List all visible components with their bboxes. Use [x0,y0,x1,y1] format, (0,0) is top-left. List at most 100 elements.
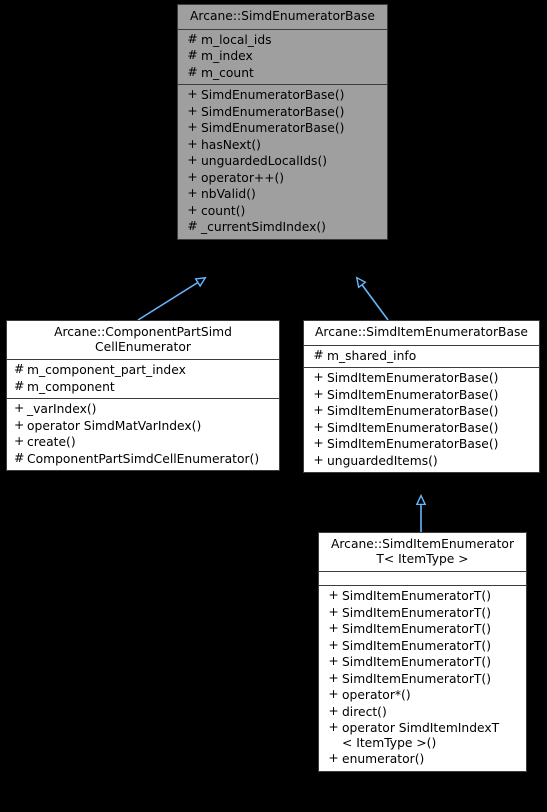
attributes-compartment-component-part-simd-cell-enumerator: # m_component_part_index # m_component [7,360,279,399]
operation-row[interactable]: + operator++() [178,170,387,187]
operation-row[interactable]: + SimdItemEnumeratorT() [319,654,526,671]
operation-row[interactable]: + SimdItemEnumeratorT() [319,588,526,605]
operation-label: enumerator() [342,752,425,766]
class-box-component-part-simd-cell-enumerator[interactable]: Arcane::ComponentPartSimd CellEnumerator… [6,320,280,471]
operation-row[interactable]: + SimdItemEnumeratorBase() [304,403,539,420]
operation-label: SimdItemEnumeratorBase() [327,371,499,385]
attribute-row[interactable]: # m_shared_info [304,348,539,365]
operation-row[interactable]: + SimdItemEnumeratorT() [319,671,526,688]
visibility-marker: + [328,687,339,701]
class-title-simd-item-enumerator-t: Arcane::SimdItemEnumerator T< ItemType > [319,533,526,572]
operation-label: unguardedItems() [327,453,438,468]
visibility-marker: + [328,670,339,685]
operation-label: operator++() [201,170,285,185]
visibility-marker: # [313,347,324,362]
operation-label: SimdItemEnumeratorT() [342,622,491,636]
operation-row[interactable]: + SimdItemEnumeratorT() [319,621,526,638]
operation-row[interactable]: + SimdItemEnumeratorBase() [304,420,539,437]
attributes-compartment-simd-item-enumerator-t [319,572,526,586]
operation-label: nbValid() [201,187,256,201]
visibility-marker: + [187,186,198,200]
visibility-marker: + [313,436,324,450]
diagram-canvas: SimdEnumeratorBase --> SimdEnumeratorBas… [0,0,547,812]
visibility-marker: + [328,720,339,734]
operation-label: SimdItemEnumeratorT() [342,638,491,653]
operation-label: SimdEnumeratorBase() [201,88,345,102]
visibility-marker: + [14,417,25,432]
visibility-marker: + [328,751,339,765]
visibility-marker: + [14,434,25,448]
operation-row[interactable]: + create() [7,434,279,451]
visibility-marker: + [328,588,339,602]
edge-componentpartsimdcellenumerator-to-simdenumeratorbase [137,278,205,321]
attribute-row[interactable]: # m_component_part_index [7,362,279,379]
visibility-marker: # [187,48,198,62]
operation-label: count() [201,203,246,218]
visibility-marker: + [187,120,198,134]
operation-label: SimdItemEnumeratorBase() [327,420,499,435]
operations-compartment-simd-item-enumerator-t: + SimdItemEnumeratorT() + SimdItemEnumer… [319,586,526,771]
attribute-row[interactable]: # m_local_ids [178,32,387,49]
visibility-marker: + [328,703,339,718]
attribute-row[interactable]: # m_count [178,65,387,82]
operation-row[interactable]: + SimdEnumeratorBase() [178,120,387,137]
class-title-simd-item-enumerator-base: Arcane::SimdItemEnumeratorBase [304,321,539,346]
visibility-marker: # [14,362,25,376]
attribute-label: m_shared_info [327,348,417,363]
visibility-marker: + [328,654,339,668]
operation-label: operator SimdMatVarIndex() [27,418,202,433]
class-box-simd-enumerator-base[interactable]: Arcane::SimdEnumeratorBase # m_local_ids… [177,4,388,240]
operation-row[interactable]: + SimdItemEnumeratorBase() [304,370,539,387]
attribute-row[interactable]: # m_component [7,379,279,396]
operation-label: SimdItemEnumeratorT() [342,671,491,686]
visibility-marker: # [14,450,25,465]
visibility-marker: + [313,386,324,401]
visibility-marker: + [187,87,198,101]
operation-row[interactable]: + SimdEnumeratorBase() [178,104,387,121]
operation-row[interactable]: + SimdItemEnumeratorT() [319,605,526,622]
operation-label: ComponentPartSimdCellEnumerator() [27,451,260,466]
operation-row[interactable]: + operator*() [319,687,526,704]
visibility-marker: + [313,403,324,417]
operation-row[interactable]: + direct() [319,704,526,721]
operation-row[interactable]: + SimdEnumeratorBase() [178,87,387,104]
class-box-simd-item-enumerator-t[interactable]: Arcane::SimdItemEnumerator T< ItemType >… [318,532,527,772]
operation-row[interactable]: + operator SimdMatVarIndex() [7,418,279,435]
operation-label: create() [27,435,76,449]
class-box-simd-item-enumerator-base[interactable]: Arcane::SimdItemEnumeratorBase # m_share… [303,320,540,473]
operation-row[interactable]: + unguardedItems() [304,453,539,470]
operation-row[interactable]: + enumerator() [319,751,526,768]
operation-row[interactable]: + operator SimdItemIndexT < ItemType >() [319,720,526,751]
visibility-marker: + [14,401,25,415]
operation-row[interactable]: + SimdItemEnumeratorBase() [304,387,539,404]
operation-row[interactable]: + count() [178,203,387,220]
operation-row[interactable]: + SimdItemEnumeratorBase() [304,436,539,453]
class-title-component-part-simd-cell-enumerator: Arcane::ComponentPartSimd CellEnumerator [7,321,279,360]
operation-label: operator*() [342,688,411,702]
operation-row[interactable]: + hasNext() [178,137,387,154]
visibility-marker: + [328,621,339,635]
edge-simditemenumeratorbase-to-simdenumeratorbase [357,278,389,321]
operation-label: SimdItemEnumeratorBase() [327,437,499,451]
visibility-marker: + [187,169,198,184]
operation-row[interactable]: # ComponentPartSimdCellEnumerator() [7,451,279,468]
attributes-compartment-simd-item-enumerator-base: # m_shared_info [304,346,539,368]
visibility-marker: + [313,370,324,384]
operations-compartment-component-part-simd-cell-enumerator: + _varIndex() + operator SimdMatVarIndex… [7,399,279,470]
visibility-marker: + [187,136,198,151]
operation-label: _currentSimdIndex() [201,220,326,234]
operation-label: direct() [342,704,387,719]
attribute-label: m_component_part_index [27,363,186,377]
operation-row[interactable]: + _varIndex() [7,401,279,418]
operation-label: _varIndex() [27,402,97,416]
operation-row[interactable]: + nbValid() [178,186,387,203]
visibility-marker: + [313,419,324,434]
operation-row[interactable]: # _currentSimdIndex() [178,219,387,236]
operation-row[interactable]: + SimdItemEnumeratorT() [319,638,526,655]
attribute-row[interactable]: # m_index [178,48,387,65]
attribute-label: m_index [201,49,253,63]
operation-row[interactable]: + unguardedLocalIds() [178,153,387,170]
attribute-label: m_count [201,65,254,80]
attribute-label: m_local_ids [201,32,272,47]
attribute-label: m_component [27,379,115,394]
